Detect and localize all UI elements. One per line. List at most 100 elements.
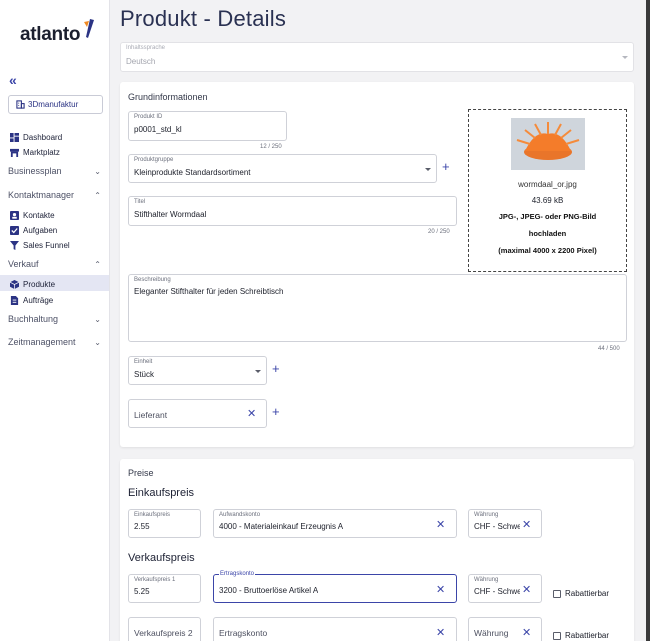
sidebar-section-businessplan[interactable]: Businessplan ⌄ bbox=[0, 162, 109, 180]
purchase-currency-select[interactable]: Währung CHF - Schwe ✕ bbox=[468, 509, 542, 538]
preise-card bbox=[120, 459, 634, 641]
sidebar-item-produkte[interactable]: Produkte bbox=[10, 278, 55, 290]
sales-price-1-field[interactable]: Verkaufspreis 1 5.25 bbox=[128, 574, 201, 603]
chevron-up-icon: ⌃ bbox=[94, 190, 101, 200]
sales-currency-select[interactable]: Währung CHF - Schwe ✕ bbox=[468, 574, 542, 603]
page-title: Produkt - Details bbox=[120, 6, 287, 31]
field-label: Produktgruppe bbox=[134, 157, 174, 163]
content-language-select[interactable]: Inhaltssprache Deutsch bbox=[120, 42, 634, 72]
sidebar-section-verkauf[interactable]: Verkauf ⌃ bbox=[0, 255, 109, 273]
chevron-down-icon: ⌄ bbox=[94, 166, 101, 176]
chevron-down-icon: ⌄ bbox=[94, 314, 101, 324]
box-icon bbox=[10, 279, 19, 289]
clear-icon[interactable]: ✕ bbox=[522, 585, 531, 596]
dashboard-icon bbox=[10, 132, 19, 142]
product-id-field[interactable]: Produkt ID p0001_std_kl bbox=[128, 111, 287, 141]
sidebar-item-kontakte[interactable]: Kontakte bbox=[10, 209, 55, 221]
revenue-account-select[interactable]: Ertragskonto 3200 - Bruttoerlöse Artikel… bbox=[213, 571, 457, 603]
image-filename: wormdaal_or.jpg bbox=[518, 180, 577, 189]
unit-select[interactable]: Einheit Stück bbox=[128, 356, 267, 385]
image-upload-dropzone[interactable]: wormdaal_or.jpg 43.69 kB JPG-, JPEG- ode… bbox=[468, 109, 627, 272]
sidebar-section-buchhaltung[interactable]: Buchhaltung ⌄ bbox=[0, 310, 109, 328]
field-placeholder: Verkaufspreis 2 bbox=[134, 628, 193, 638]
add-unit-icon[interactable]: + bbox=[272, 362, 280, 375]
logo-mark-icon bbox=[84, 19, 95, 38]
field-label: Einkaufspreis bbox=[134, 512, 171, 518]
clear-icon[interactable]: ✕ bbox=[436, 628, 445, 639]
purchase-price-heading: Einkaufspreis bbox=[128, 487, 195, 499]
add-product-group-icon[interactable]: + bbox=[442, 160, 450, 173]
sidebar-section-zeitmanagement[interactable]: Zeitmanagement ⌄ bbox=[0, 333, 109, 351]
sidebar-section-kontaktmanager[interactable]: Kontaktmanager ⌃ bbox=[0, 186, 109, 204]
field-label: Inhaltssprache bbox=[126, 45, 166, 51]
field-label: Beschreibung bbox=[134, 277, 171, 283]
title-field[interactable]: Titel Stifthalter Wormdaal bbox=[128, 196, 457, 226]
clear-icon[interactable]: ✕ bbox=[436, 520, 445, 531]
clear-icon[interactable]: ✕ bbox=[522, 520, 531, 531]
field-value: Deutsch bbox=[126, 57, 156, 66]
expense-account-select[interactable]: Aufwandskonto 4000 - Materialeinkauf Erz… bbox=[213, 509, 457, 538]
sidebar-item-label: Produkte bbox=[23, 279, 56, 289]
sidebar-item-dashboard[interactable]: Dashboard bbox=[10, 131, 62, 143]
section-title: Grundinformationen bbox=[128, 92, 208, 102]
field-placeholder: Lieferant bbox=[134, 410, 168, 420]
company-label: 3Dmanufaktur bbox=[28, 100, 79, 109]
field-label: Ertragskonto bbox=[219, 571, 256, 577]
description-textarea[interactable]: Beschreibung Eleganter Stifthalter für j… bbox=[128, 274, 627, 342]
clear-icon[interactable]: ✕ bbox=[436, 585, 445, 596]
chevron-down-icon bbox=[255, 370, 261, 373]
supplier-select[interactable]: Lieferant ✕ bbox=[128, 399, 267, 428]
clear-icon[interactable]: ✕ bbox=[247, 409, 256, 420]
field-value: p0001_std_kl bbox=[134, 125, 182, 134]
field-label: Währung bbox=[474, 577, 499, 583]
discountable-2-checkbox[interactable] bbox=[553, 632, 561, 640]
field-label: Aufwandskonto bbox=[219, 512, 261, 518]
sidebar-item-auftraege[interactable]: Aufträge bbox=[10, 294, 53, 306]
sidebar-item-marktplatz[interactable]: Marktplatz bbox=[10, 146, 60, 158]
sidebar-item-label: Dashboard bbox=[23, 132, 63, 142]
field-value: CHF - Schwe bbox=[474, 587, 520, 596]
logo-text: atlanto bbox=[20, 24, 81, 45]
sales-price-2-field[interactable]: Verkaufspreis 2 bbox=[128, 617, 201, 641]
discountable-checkbox[interactable] bbox=[553, 590, 561, 598]
store-icon bbox=[10, 148, 19, 157]
field-value: 5.25 bbox=[134, 587, 150, 596]
upload-hint: (maximal 4000 x 2200 Pixel) bbox=[498, 246, 597, 255]
sidebar-item-label: Marktplatz bbox=[23, 147, 60, 157]
sidebar-item-aufgaben[interactable]: Aufgaben bbox=[10, 224, 57, 236]
field-label: Verkaufspreis 1 bbox=[134, 577, 176, 583]
checkbox-label: Rabattierbar bbox=[565, 631, 610, 640]
product-group-select[interactable]: Produktgruppe Kleinprodukte Standardsort… bbox=[128, 154, 437, 183]
field-label: Titel bbox=[134, 199, 146, 205]
field-value: 4000 - Materialeinkauf Erzeugnis A bbox=[219, 522, 344, 531]
sidebar: atlanto « 3Dmanufaktur Dashboard Marktpl… bbox=[0, 0, 110, 641]
collapse-sidebar-icon[interactable]: « bbox=[9, 72, 17, 88]
section-title: Preise bbox=[128, 468, 154, 478]
section-label: Buchhaltung bbox=[8, 314, 59, 324]
add-supplier-icon[interactable]: + bbox=[272, 405, 280, 418]
document-icon bbox=[10, 295, 19, 305]
checkbox-label: Rabattierbar bbox=[565, 589, 610, 598]
upload-hint: hochladen bbox=[528, 229, 567, 238]
sales-currency-2-select[interactable]: Währung ✕ bbox=[468, 617, 542, 641]
company-selector[interactable]: 3Dmanufaktur bbox=[8, 95, 103, 114]
field-value: Kleinprodukte Standardsortiment bbox=[134, 168, 251, 177]
logo[interactable]: atlanto bbox=[20, 19, 95, 46]
revenue-account-2-select[interactable]: Ertragskonto ✕ bbox=[213, 617, 457, 641]
funnel-icon bbox=[10, 240, 19, 250]
sidebar-item-sales-funnel[interactable]: Sales Funnel bbox=[10, 239, 70, 251]
field-label: Einheit bbox=[134, 359, 153, 365]
chevron-down-icon: ⌄ bbox=[94, 337, 101, 347]
upload-hint: JPG-, JPEG- oder PNG-Bild bbox=[498, 212, 597, 221]
chevron-down-icon bbox=[425, 168, 431, 171]
field-placeholder: Währung bbox=[474, 628, 509, 638]
product-image-icon bbox=[511, 118, 585, 170]
char-counter: 12 / 250 bbox=[260, 144, 282, 150]
chevron-up-icon: ⌃ bbox=[94, 259, 101, 269]
clear-icon[interactable]: ✕ bbox=[522, 628, 531, 639]
sidebar-item-label: Aufgaben bbox=[23, 225, 58, 235]
contacts-icon bbox=[10, 210, 19, 220]
purchase-price-field[interactable]: Einkaufspreis 2.55 bbox=[128, 509, 201, 538]
building-icon bbox=[16, 100, 25, 109]
sidebar-item-label: Kontakte bbox=[23, 210, 55, 220]
